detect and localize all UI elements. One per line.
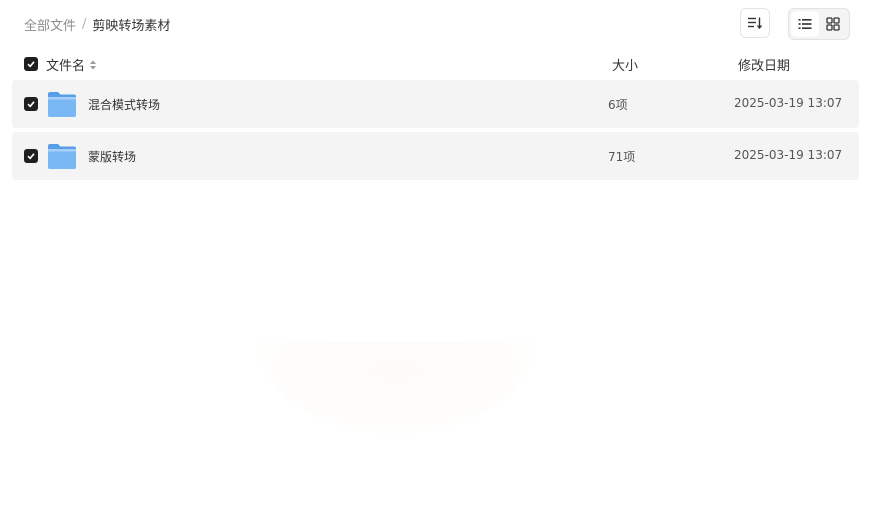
file-name[interactable]: 混合模式转场 xyxy=(88,96,160,113)
table-row[interactable]: 混合模式转场 6项 2025-03-19 13:07 xyxy=(12,80,859,128)
sort-caret-icon xyxy=(89,59,97,71)
breadcrumb-current: 剪映转场素材 xyxy=(92,18,171,34)
checkmark-icon xyxy=(27,101,35,108)
folder-icon xyxy=(48,92,76,117)
file-size: 71项 xyxy=(608,150,636,164)
checkmark-icon xyxy=(27,153,35,160)
breadcrumb-separator: / xyxy=(82,16,87,32)
file-modified: 2025-03-19 13:07 xyxy=(734,96,843,110)
column-header-name[interactable]: 文件名 xyxy=(46,55,97,74)
folder-icon xyxy=(48,144,76,169)
file-modified: 2025-03-19 13:07 xyxy=(734,148,843,162)
list-view-icon xyxy=(798,19,812,29)
grid-view-icon xyxy=(826,17,840,31)
row-checkbox[interactable] xyxy=(24,97,38,111)
file-browser: 全部文件 / 剪映转场素材 文件名 大小 修改日期 混合模式转场 6项 2025… xyxy=(0,0,874,514)
list-view-button[interactable] xyxy=(791,11,819,37)
sort-icon xyxy=(748,17,763,30)
column-header-name-label: 文件名 xyxy=(46,59,86,74)
faded-background-shape xyxy=(258,342,534,434)
column-header-size[interactable]: 大小 xyxy=(612,55,638,74)
view-toggle xyxy=(788,8,850,40)
select-all-checkbox[interactable] xyxy=(24,57,38,71)
checkmark-icon xyxy=(27,61,35,68)
breadcrumb-root[interactable]: 全部文件 xyxy=(24,15,76,34)
breadcrumb: 全部文件 / 剪映转场素材 xyxy=(24,14,170,34)
file-name[interactable]: 蒙版转场 xyxy=(88,148,136,165)
grid-view-button[interactable] xyxy=(819,11,847,37)
file-size: 6项 xyxy=(608,98,628,112)
sort-button[interactable] xyxy=(740,8,770,38)
table-row[interactable]: 蒙版转场 71项 2025-03-19 13:07 xyxy=(12,132,859,180)
row-checkbox[interactable] xyxy=(24,149,38,163)
table-header: 文件名 大小 修改日期 xyxy=(12,52,859,76)
column-header-modified[interactable]: 修改日期 xyxy=(738,55,790,74)
